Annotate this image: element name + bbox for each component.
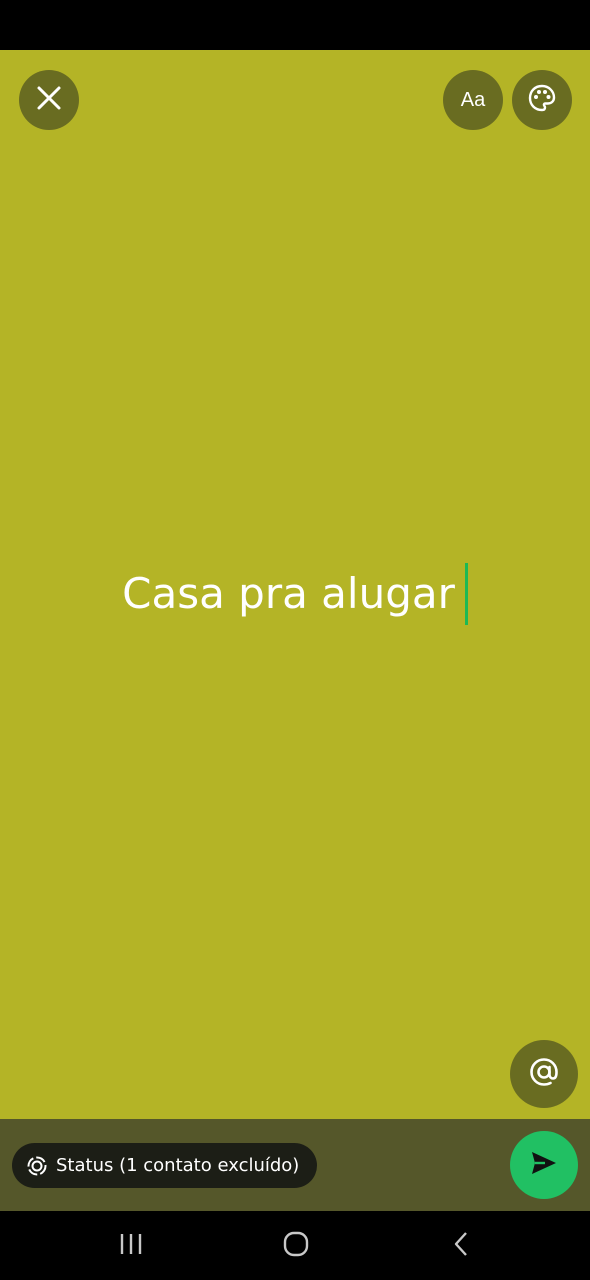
recent-apps-button[interactable]	[111, 1229, 151, 1263]
home-icon	[282, 1230, 310, 1263]
system-status-bar	[0, 0, 590, 50]
mention-button[interactable]	[510, 1040, 578, 1108]
system-navigation-bar	[0, 1211, 590, 1280]
send-button[interactable]	[510, 1131, 578, 1199]
send-icon	[529, 1148, 559, 1183]
home-button[interactable]	[276, 1229, 316, 1263]
audience-label: Status (1 contato excluído)	[56, 1155, 300, 1176]
audience-selector[interactable]: Status (1 contato excluído)	[12, 1143, 318, 1188]
recent-apps-icon	[118, 1232, 144, 1261]
palette-icon	[527, 83, 557, 118]
back-button[interactable]	[442, 1229, 482, 1263]
at-sign-icon	[528, 1056, 560, 1093]
font-style-button[interactable]: Aa	[443, 70, 503, 130]
color-palette-button[interactable]	[512, 70, 572, 130]
font-style-label: Aa	[460, 88, 486, 111]
status-text-value: Casa pra alugar	[122, 569, 455, 618]
back-icon	[452, 1231, 472, 1262]
status-text-input[interactable]: Casa pra alugar	[0, 560, 590, 628]
close-button[interactable]	[19, 70, 79, 130]
text-caret	[464, 562, 468, 625]
status-ring-icon	[26, 1155, 48, 1177]
close-icon	[36, 85, 62, 116]
bottom-panel: Status (1 contato excluído)	[0, 1119, 590, 1211]
